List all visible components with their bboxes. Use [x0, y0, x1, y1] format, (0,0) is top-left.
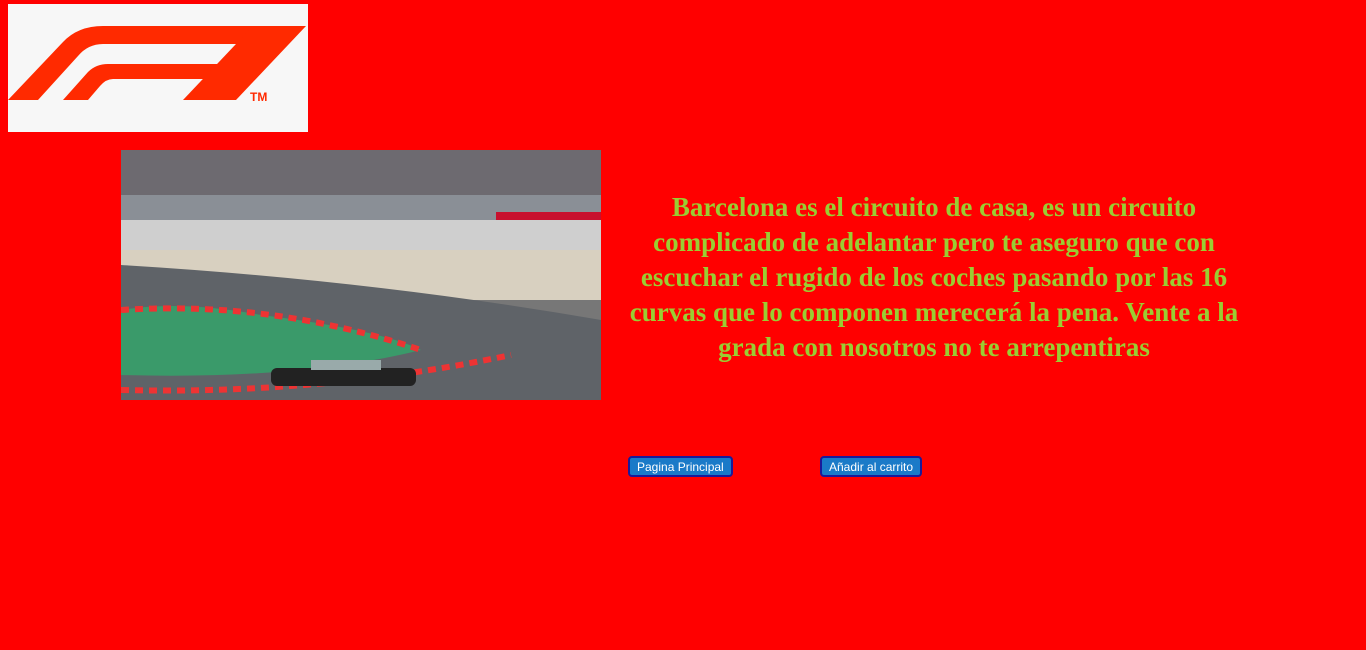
trademark: TM: [250, 90, 267, 104]
f1-logo: TM: [8, 4, 308, 132]
circuit-photo: [121, 150, 601, 400]
home-button[interactable]: Pagina Principal: [628, 456, 733, 477]
add-to-cart-button[interactable]: Añadir al carrito: [820, 456, 923, 477]
circuit-description: Barcelona es el circuito de casa, es un …: [629, 192, 1239, 362]
